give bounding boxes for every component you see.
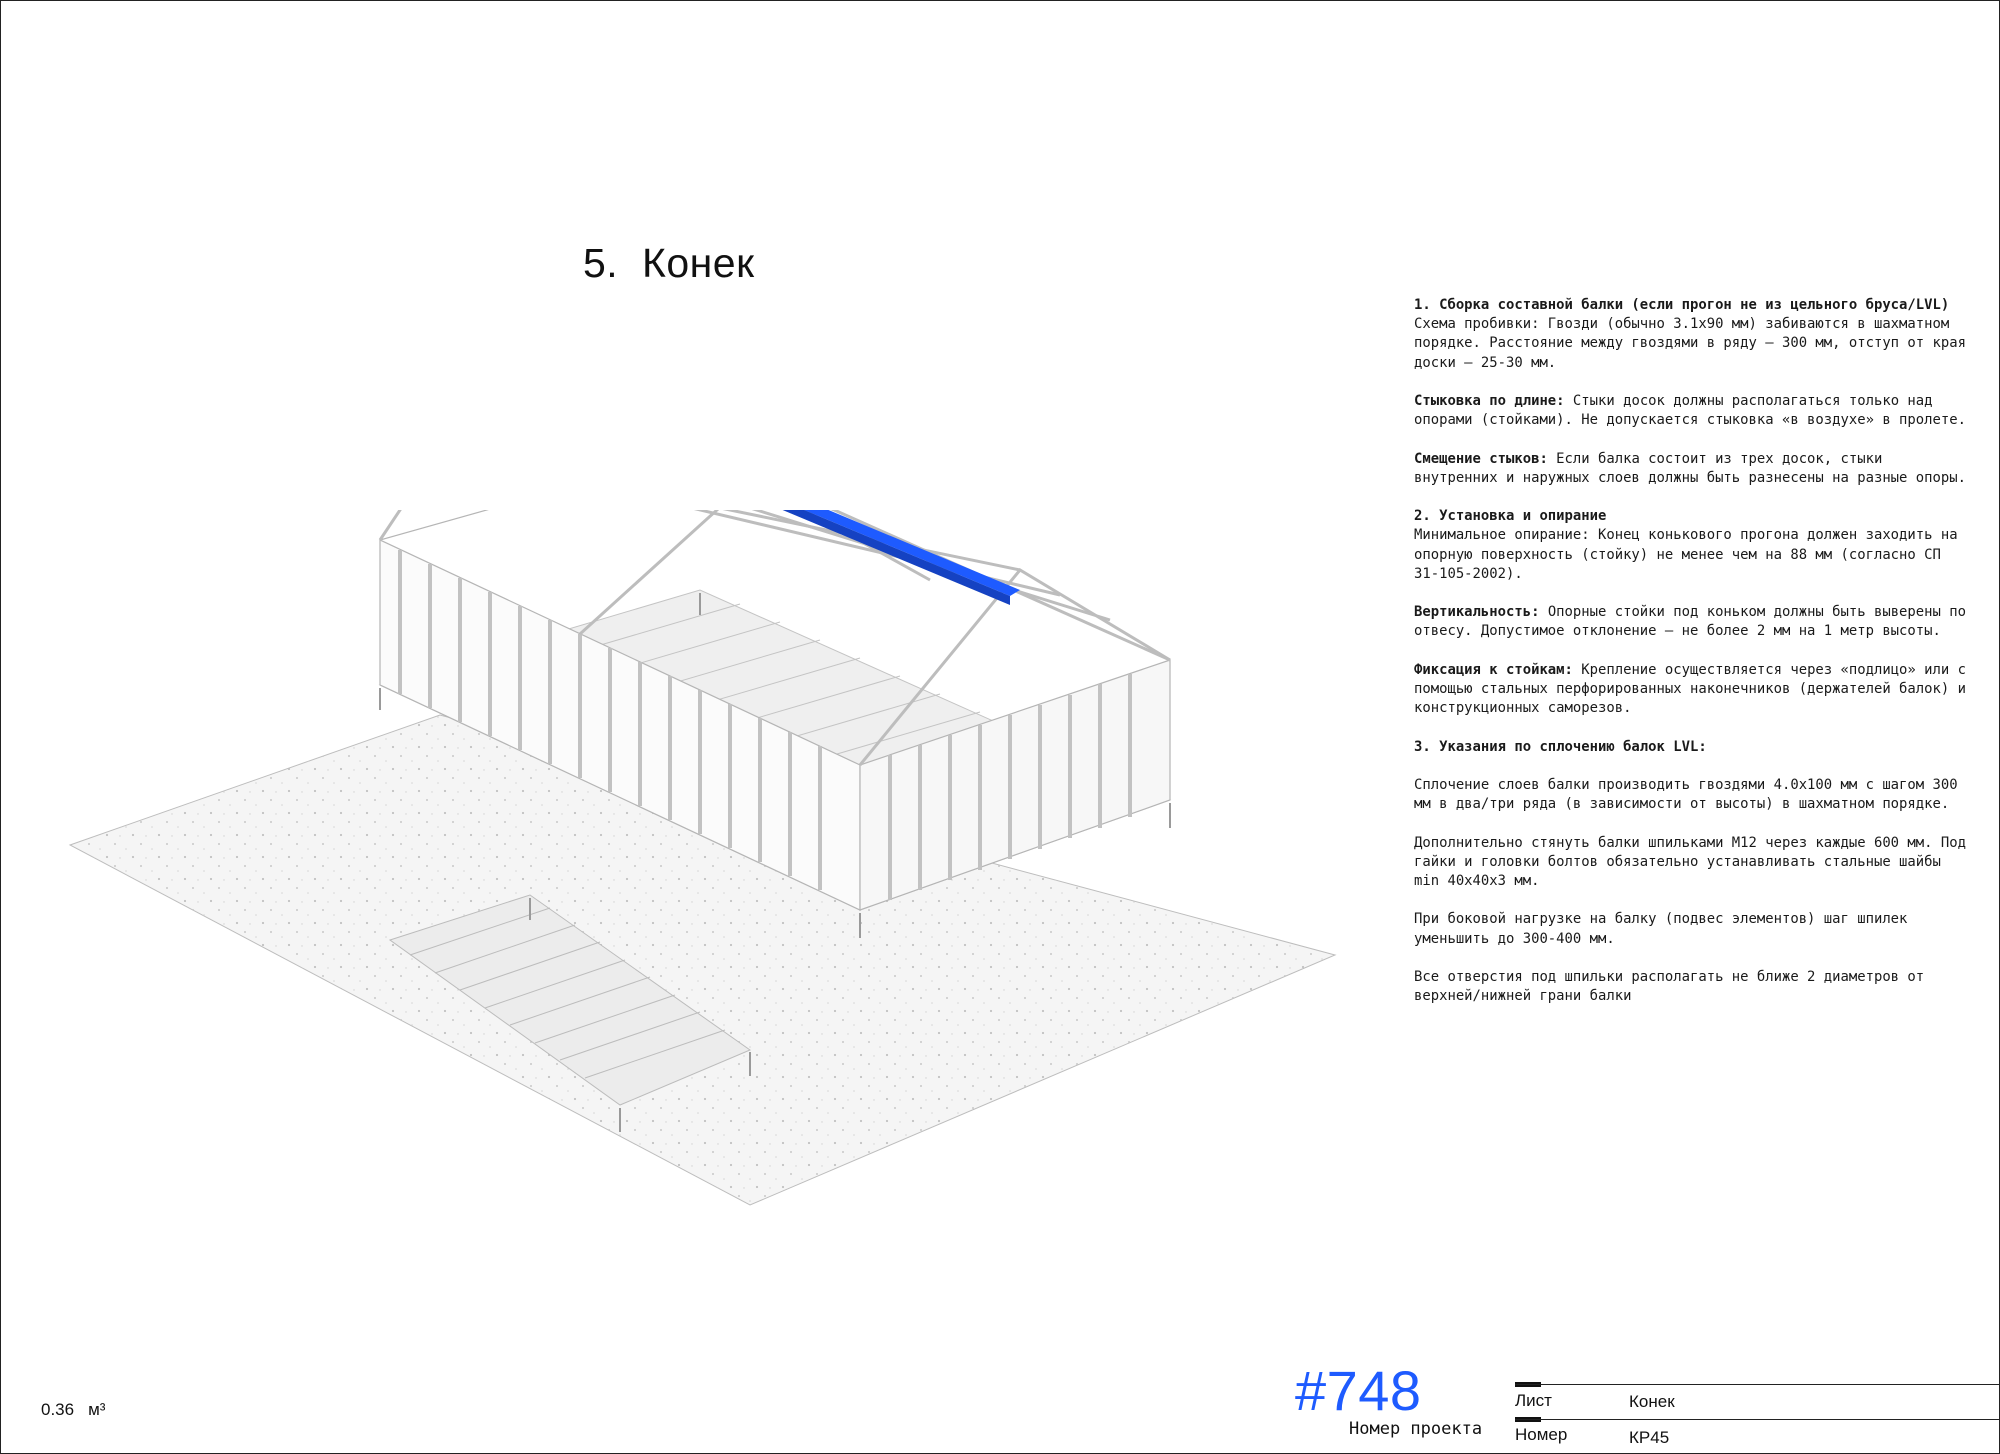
notes-paragraph: Сплочение слоев балки производить гвоздя… [1414, 776, 1958, 813]
section-1-text: Схема пробивки: Гвозди (обычно 3.1х90 мм… [1414, 316, 1966, 371]
notes-paragraph: Вертикальность: Опорные стойки под коньк… [1414, 603, 1969, 641]
notes-paragraph: При боковой нагрузке на балку (подвес эл… [1414, 911, 1908, 947]
notes-paragraph: Дополнительно стянуть балки шпильками М1… [1414, 834, 1966, 889]
title-block-rule [1515, 1419, 1999, 1420]
section-1-heading: 1. Сборка составной балки (если прогон н… [1414, 297, 1950, 313]
section-2-text: Минимальное опирание: Конец конькового п… [1414, 527, 1958, 582]
isometric-frame-drawing [68, 510, 1337, 1206]
number-label: Номер [1515, 1425, 1568, 1444]
notes-section-1: 1. Сборка составной балки (если прогон н… [1414, 296, 1969, 373]
section-2-heading: 2. Установка и опирание [1414, 508, 1607, 525]
note-label: Фиксация к стойкам: [1414, 661, 1573, 678]
volume-readout: 0.36 м³ [41, 1400, 105, 1420]
project-number-caption: Номер проекта [1349, 1419, 1483, 1439]
sheet-label: Лист [1515, 1391, 1552, 1410]
notes-paragraph: Все отверстия под шпильки располагать не… [1414, 968, 1925, 1005]
notes-paragraph: Стыковка по длине: Стыки досок должны ра… [1414, 392, 1969, 430]
sheet-title: 5. Конек [583, 240, 755, 286]
construction-notes: 1. Сборка составной балки (если прогон н… [1414, 296, 1969, 1026]
notes-paragraph: Смещение стыков: Если балка состоит из т… [1414, 450, 1969, 488]
note-label: Вертикальность: [1414, 604, 1540, 621]
notes-section-2: 2. Установка и опирание Минимальное опир… [1414, 507, 1969, 584]
project-number: #748 [1295, 1359, 1422, 1422]
sheet-value: Конек [1629, 1392, 1675, 1411]
notes-section-3: 3. Указания по сплочению балок LVL: [1414, 738, 1969, 757]
note-label: Стыковка по длине: [1414, 393, 1565, 409]
notes-paragraph: Фиксация к стойкам: Крепление осуществля… [1414, 661, 1969, 719]
title-block-rule [1515, 1384, 1999, 1385]
volume-value: 0.36 [41, 1400, 75, 1419]
section-3-heading: 3. Указания по сплочению балок LVL: [1414, 738, 1707, 755]
note-label: Смещение стыков: [1414, 450, 1548, 467]
number-value: КР45 [1629, 1428, 1670, 1447]
volume-unit: м³ [88, 1400, 106, 1419]
